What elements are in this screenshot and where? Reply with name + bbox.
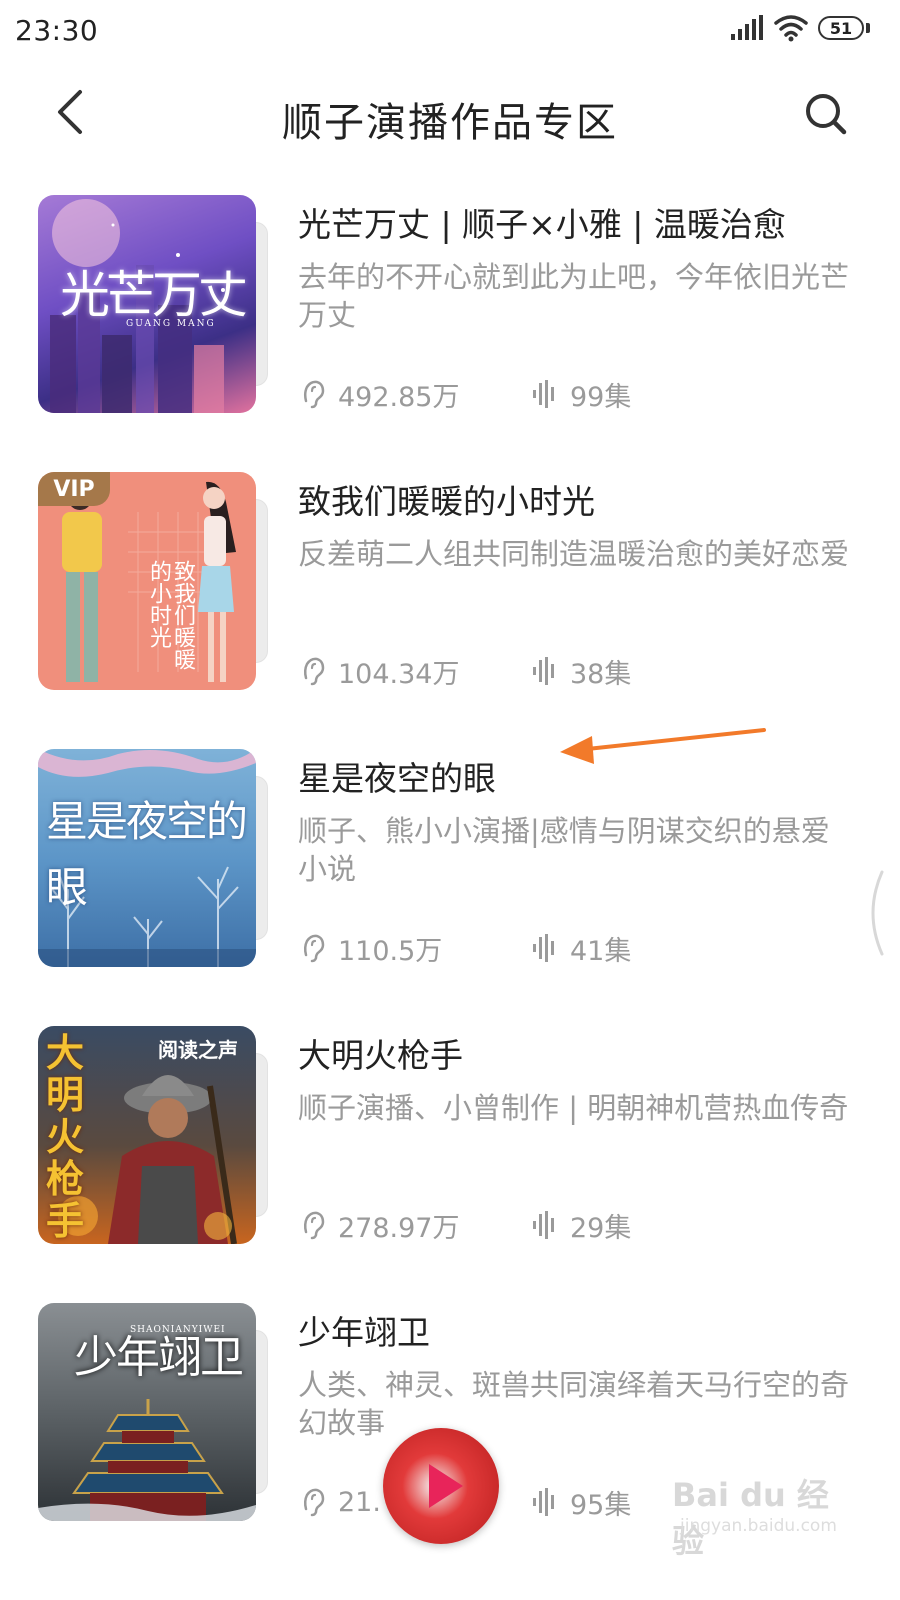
book-title[interactable]: 少年翊卫 [298,1306,430,1354]
waveform-icon [533,657,554,685]
book-description: 反差萌二人组共同制造温暖治愈的美好恋爱 [298,537,850,571]
signal-icon [731,15,763,40]
play-count-value: 492.85万 [338,381,460,413]
waveform-icon [533,934,554,962]
headphone-icon [303,1488,325,1517]
headphone-icon [303,657,325,686]
book-description: 顺子演播、小曾制作 | 明朝神机营热血传奇 [298,1091,849,1125]
book-title[interactable]: 致我们暖暖的小时光 [298,475,595,523]
watermark: Bai du 经验 jingyan.baidu.com [672,1470,842,1560]
cover-subtext: GUANG MANG [126,319,216,329]
waveform-icon [533,1211,554,1239]
waveform-icon [533,1488,554,1516]
book-stats: 492.85万 99集 [302,375,631,414]
episode-count-value: 99集 [570,381,632,413]
book-list: 光芒万丈 GUANG MANG 光芒万丈 | 顺子×小雅 | 温暖治愈 去年的不… [0,192,900,1577]
book-cover[interactable]: 星是夜空的眼 [38,749,256,967]
book-cover[interactable]: 阅读之声 大明火枪手 [38,1026,256,1244]
play-count-value: 21. [338,1486,381,1518]
episode-count-value: 41集 [570,935,632,967]
episode-count-value: 95集 [570,1489,632,1521]
waveform-icon [533,380,554,408]
book-cover[interactable]: 光芒万丈 GUANG MANG [38,195,256,413]
list-item[interactable]: VIP 致我们暖暖的小时光 致我们暖暖的小时光 反差萌二人组共同制造温暖治愈的美… [0,469,900,746]
play-count-value: 110.5万 [338,935,443,967]
status-time: 23:30 [15,14,99,47]
play-count: 104.34万 [302,652,532,691]
cover-text: 光芒万丈 [60,266,248,324]
play-icon [429,1464,463,1508]
cover-text: 星是夜空的眼 [46,797,248,912]
episode-count-value: 38集 [570,658,632,690]
list-item[interactable]: 星是夜空的眼 星是夜空的眼 顺子、熊小小演播|感情与阴谋交织的悬爱小说 110.… [0,746,900,1023]
episode-count: 99集 [532,375,631,414]
status-icons: 51 [730,14,870,42]
mini-player-button[interactable] [383,1428,499,1544]
play-count: 492.85万 [302,375,532,414]
list-item[interactable]: 光芒万丈 GUANG MANG 光芒万丈 | 顺子×小雅 | 温暖治愈 去年的不… [0,192,900,469]
cover-text: 大明火枪手 [46,1030,85,1243]
list-item[interactable]: 阅读之声 大明火枪手 大明火枪手 顺子演播、小曾制作 | 明朝神机营热血传奇 2… [0,1023,900,1300]
book-title[interactable]: 星是夜空的眼 [298,752,496,800]
headphone-icon [303,1211,325,1240]
book-description: 去年的不开心就到此为止吧，今年依旧光芒万丈 [298,260,850,332]
headphone-icon [303,934,325,963]
cover-subtext: SHAONIANYIWEI [130,1325,226,1335]
book-title[interactable]: 光芒万丈 | 顺子×小雅 | 温暖治愈 [298,198,786,246]
cover-text: 致我们暖暖的小时光 [146,560,195,670]
book-description: 顺子、熊小小演播|感情与阴谋交织的悬爱小说 [298,814,830,886]
play-count: 110.5万 [302,929,532,968]
search-icon[interactable] [800,88,852,140]
page-title: 顺子演播作品专区 [282,100,618,146]
annotation-arrow-icon [560,728,766,764]
side-drawer-handle[interactable] [858,868,888,958]
headphone-icon [303,380,325,409]
play-count-value: 278.97万 [338,1212,460,1244]
book-title[interactable]: 大明火枪手 [298,1029,463,1077]
play-count-value: 104.34万 [338,658,460,690]
book-description: 人类、神灵、斑兽共同演绎着天马行空的奇幻故事 [298,1368,850,1440]
battery-icon: 51 [818,16,870,40]
battery-level: 51 [818,16,864,40]
status-bar: 23:30 51 [0,0,900,60]
episode-count: 41集 [532,929,631,968]
book-cover[interactable]: 少年翊卫 SHAONIANYIWEI [38,1303,256,1521]
book-stats: 278.97万 29集 [302,1206,631,1245]
book-cover[interactable]: VIP 致我们暖暖的小时光 [38,472,256,690]
app-header: 顺子演播作品专区 [0,62,900,162]
wifi-icon [774,15,808,42]
episode-count: 29集 [532,1206,631,1245]
episode-count: 38集 [532,652,631,691]
cover-subtext: 阅读之声 [158,1038,238,1062]
vip-badge: VIP [38,472,110,506]
book-stats: 110.5万 41集 [302,929,631,968]
watermark-url: jingyan.baidu.com [680,1516,837,1536]
episode-count: 95集 [532,1483,631,1522]
play-count: 278.97万 [302,1206,532,1245]
episode-count-value: 29集 [570,1212,632,1244]
book-stats: 104.34万 38集 [302,652,631,691]
